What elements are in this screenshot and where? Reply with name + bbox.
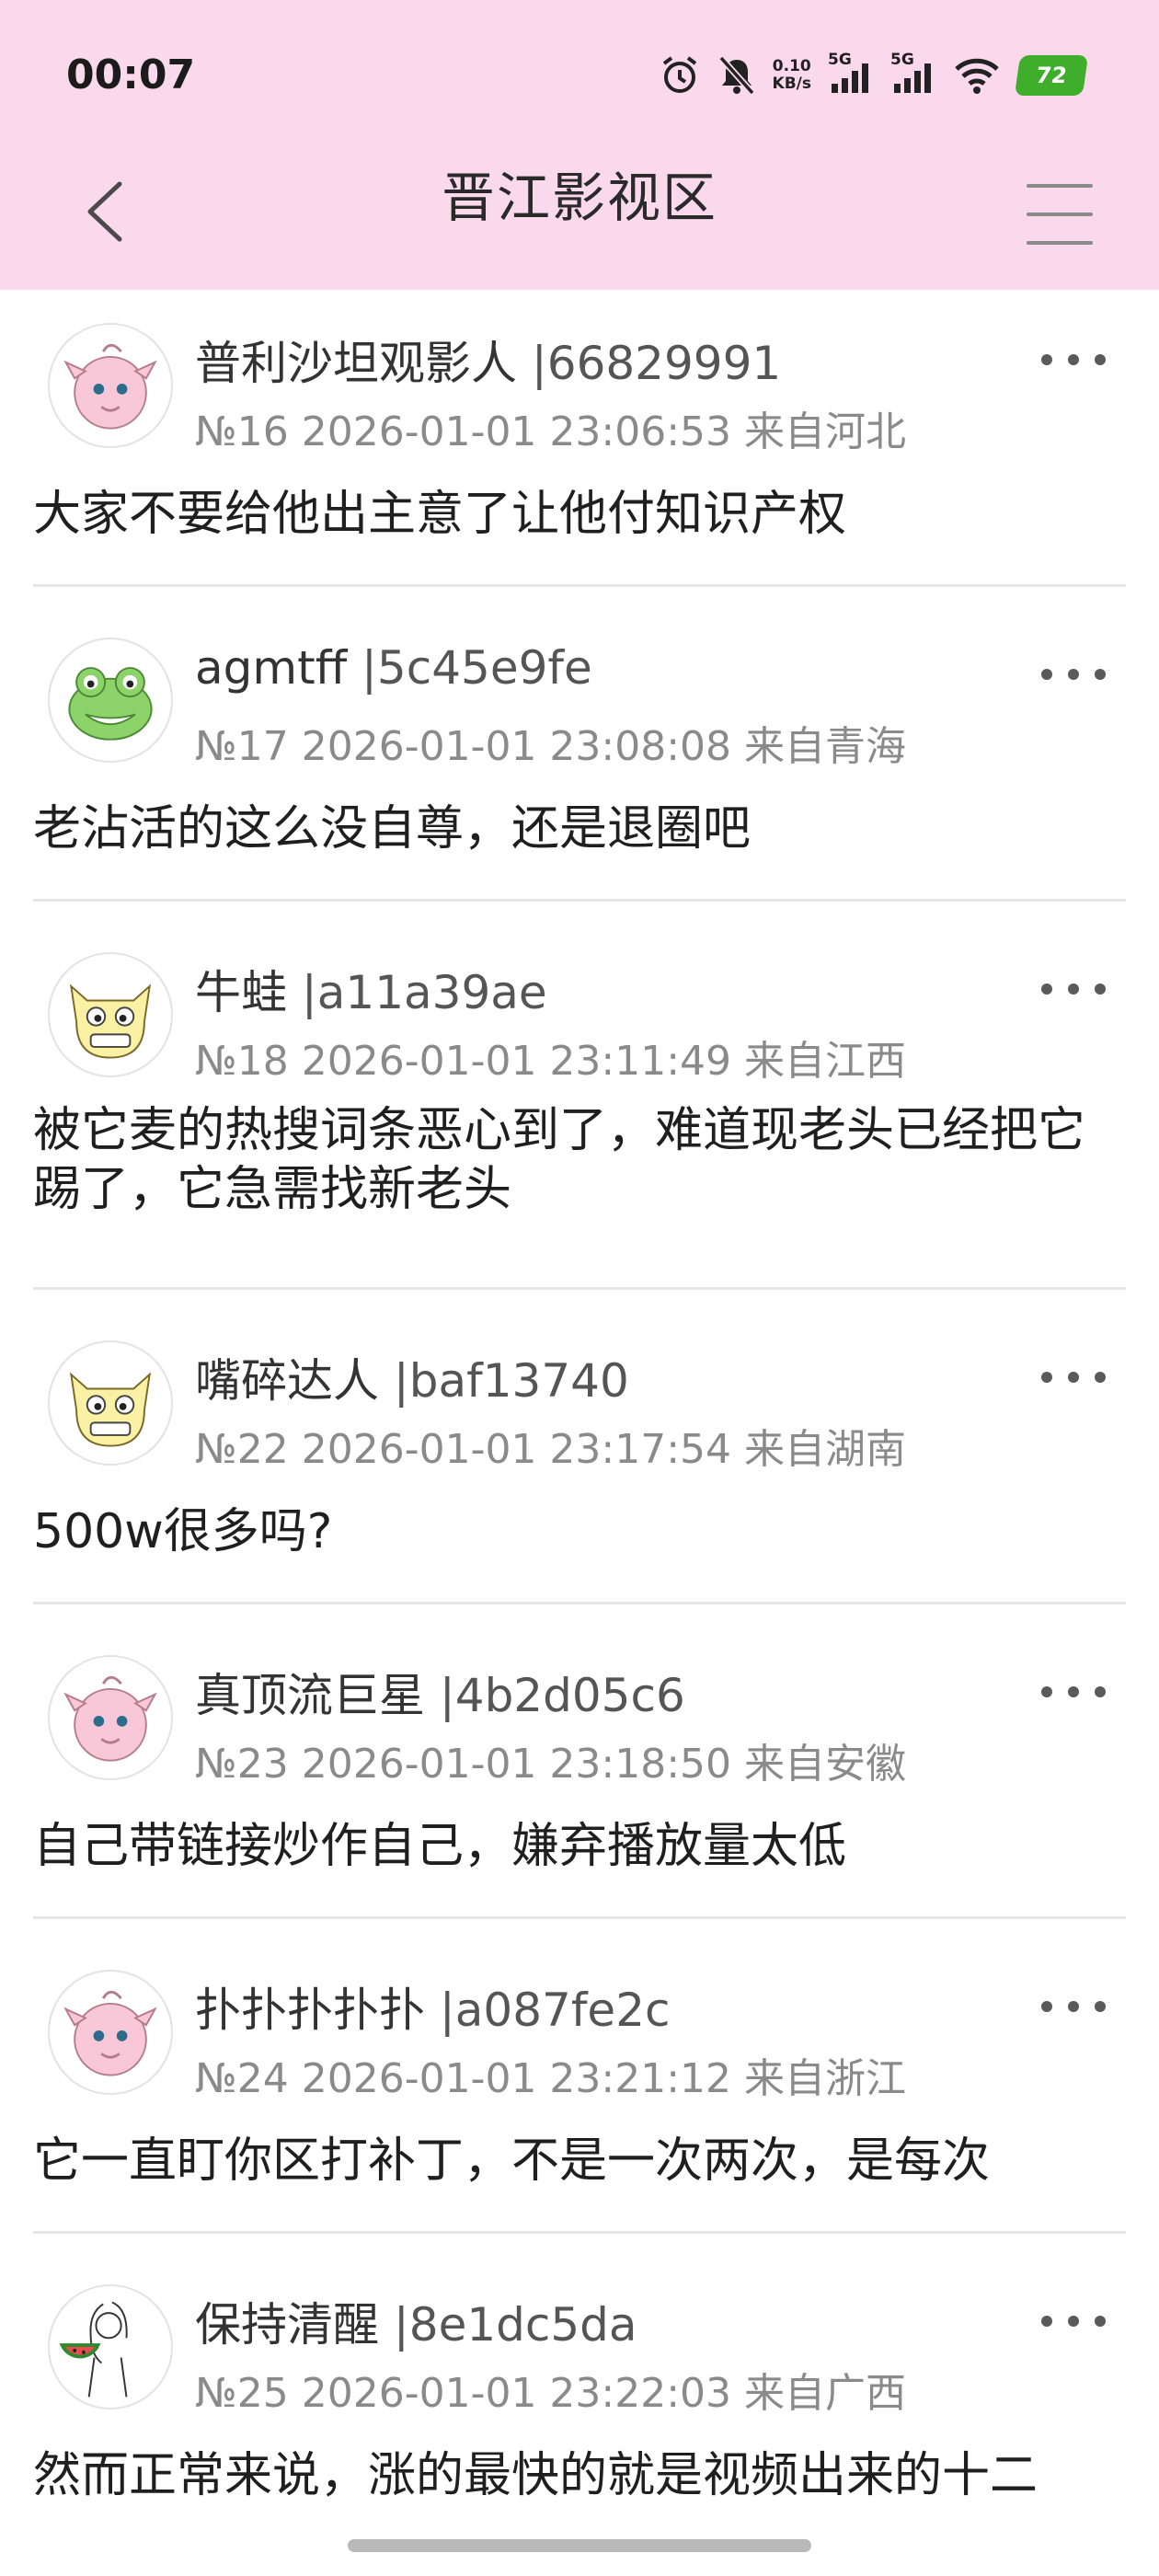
post-meta: №25 2026-01-01 23:22:03 来自广西: [195, 2370, 907, 2417]
more-icon: [1041, 2316, 1052, 2327]
more-options-button[interactable]: [1041, 1988, 1106, 2025]
pink-puff-avatar[interactable]: [48, 1970, 173, 2095]
sim2-label: 5G: [890, 51, 914, 69]
sim1-label: 5G: [828, 51, 852, 69]
hamburger-menu-icon: [1027, 184, 1093, 188]
net-speed-unit: KB/s: [772, 75, 811, 93]
top-header: 00:07 0.10 KB/s 5G 5G 72 晋江影视区: [0, 0, 1159, 290]
yellow-cat-avatar[interactable]: [48, 952, 173, 1077]
yellow-cat-avatar[interactable]: [48, 1340, 173, 1466]
author-uid: |a11a39ae: [301, 966, 547, 1019]
author-name: 真顶流巨星: [195, 1669, 425, 1722]
pink-puff-avatar[interactable]: [48, 1655, 173, 1780]
divider: [33, 1602, 1126, 1604]
author-uid: |8e1dc5da: [393, 2298, 637, 2352]
divider: [33, 584, 1126, 587]
more-options-button[interactable]: [1041, 1673, 1106, 1710]
net-speed: 0.10 KB/s: [773, 58, 811, 93]
post-content: 大家不要给他出主意了让他付知识产权: [33, 487, 847, 542]
more-icon-dot: [1095, 669, 1106, 680]
sketch-girl-watermelon-avatar[interactable]: [48, 2284, 173, 2409]
green-frog-avatar[interactable]: [48, 638, 173, 763]
post-content: 老沾活的这么没自尊，还是退圈吧: [33, 801, 752, 857]
battery-icon: 72: [1014, 55, 1089, 96]
post-author[interactable]: 嘴碎达人 |baf13740: [195, 1344, 629, 1410]
more-icon: [1041, 2001, 1052, 2012]
net-speed-value: 0.10: [772, 57, 811, 75]
author-uid: |a087fe2c: [439, 1984, 671, 2037]
wifi-icon: [953, 54, 1001, 97]
more-options-button[interactable]: [1041, 1359, 1106, 1396]
post-meta: №22 2026-01-01 23:17:54 来自湖南: [195, 1426, 907, 1473]
author-uid: |baf13740: [393, 1354, 629, 1408]
more-icon-dot: [1068, 2001, 1079, 2012]
hamburger-line: [1027, 213, 1093, 216]
more-icon-dot: [1068, 1686, 1079, 1697]
more-icon: [1041, 354, 1052, 365]
menu-button[interactable]: [1027, 184, 1093, 245]
author-name: 扑扑扑扑扑: [195, 1984, 425, 2037]
divider: [33, 899, 1126, 902]
divider: [33, 1287, 1126, 1290]
more-icon-dot: [1095, 983, 1106, 995]
more-icon-dot: [1095, 354, 1106, 365]
more-icon-dot: [1095, 2316, 1106, 2327]
mute-icon: [717, 54, 756, 97]
post-meta: №23 2026-01-01 23:18:50 来自安徽: [195, 1741, 907, 1788]
signal-icon: 5G: [828, 51, 874, 97]
more-icon: [1041, 1686, 1052, 1697]
author-uid: |4b2d05c6: [439, 1669, 685, 1722]
pink-puff-avatar[interactable]: [48, 323, 173, 448]
status-time: 00:07: [66, 52, 196, 98]
more-options-button[interactable]: [1041, 971, 1106, 1007]
page-title: 晋江影视区: [441, 167, 717, 229]
more-icon: [1041, 669, 1052, 680]
status-icons: 0.10 KB/s 5G 5G 72: [659, 48, 1089, 103]
post-meta: №18 2026-01-01 23:11:49 来自江西: [195, 1038, 907, 1085]
author-name: agmtff: [195, 641, 348, 695]
post-meta: №16 2026-01-01 23:06:53 来自河北: [195, 408, 907, 455]
post-content: 然而正常来说，涨的最快的就是视频出来的十二: [33, 2448, 1039, 2503]
more-options-button[interactable]: [1041, 656, 1106, 693]
post-author[interactable]: 普利沙坦观影人 |66829991: [195, 327, 781, 393]
author-name: 普利沙坦观影人: [195, 337, 517, 390]
more-icon-dot: [1095, 1686, 1106, 1697]
post-content: 被它麦的热搜词条恶心到了，难道现老头已经把它踢了，它急需找新老头: [33, 1103, 1086, 1217]
post-meta: №17 2026-01-01 23:08:08 来自青海: [195, 723, 907, 770]
author-name: 嘴碎达人: [195, 1354, 379, 1408]
author-uid: |5c45e9fe: [361, 641, 592, 695]
more-icon-dot: [1068, 2316, 1079, 2327]
divider: [33, 1916, 1126, 1919]
author-name: 保持清醒: [195, 2298, 379, 2352]
more-icon-dot: [1095, 1372, 1106, 1383]
more-icon-dot: [1068, 669, 1079, 680]
hamburger-line: [1027, 241, 1093, 245]
more-options-button[interactable]: [1041, 341, 1106, 378]
post-author[interactable]: 真顶流巨星 |4b2d05c6: [195, 1659, 685, 1725]
post-content: 它一直盯你区打补丁，不是一次两次，是每次: [33, 2133, 991, 2189]
more-icon: [1041, 1372, 1052, 1383]
author-name: 牛蛙: [195, 966, 287, 1019]
author-uid: |66829991: [531, 337, 782, 390]
post-author[interactable]: 牛蛙 |a11a39ae: [195, 956, 547, 1022]
more-icon: [1041, 983, 1052, 995]
post-author[interactable]: 扑扑扑扑扑 |a087fe2c: [195, 1973, 671, 2040]
more-icon-dot: [1095, 2001, 1106, 2012]
divider: [33, 2231, 1126, 2234]
alarm-icon: [659, 54, 701, 97]
post-author[interactable]: agmtff |5c45e9fe: [195, 641, 592, 695]
post-content: 500w很多吗?: [33, 1504, 333, 1559]
home-indicator[interactable]: [348, 2539, 811, 2552]
post-content: 自己带链接炒作自己，嫌弃播放量太低: [33, 1819, 847, 1874]
battery-level: 72: [1034, 63, 1069, 88]
signal-icon: 5G: [890, 51, 936, 97]
post-author[interactable]: 保持清醒 |8e1dc5da: [195, 2288, 637, 2354]
post-meta: №24 2026-01-01 23:21:12 来自浙江: [195, 2055, 907, 2102]
more-icon-dot: [1068, 1372, 1079, 1383]
more-icon-dot: [1068, 354, 1079, 365]
more-icon-dot: [1068, 983, 1079, 995]
more-options-button[interactable]: [1041, 2303, 1106, 2340]
